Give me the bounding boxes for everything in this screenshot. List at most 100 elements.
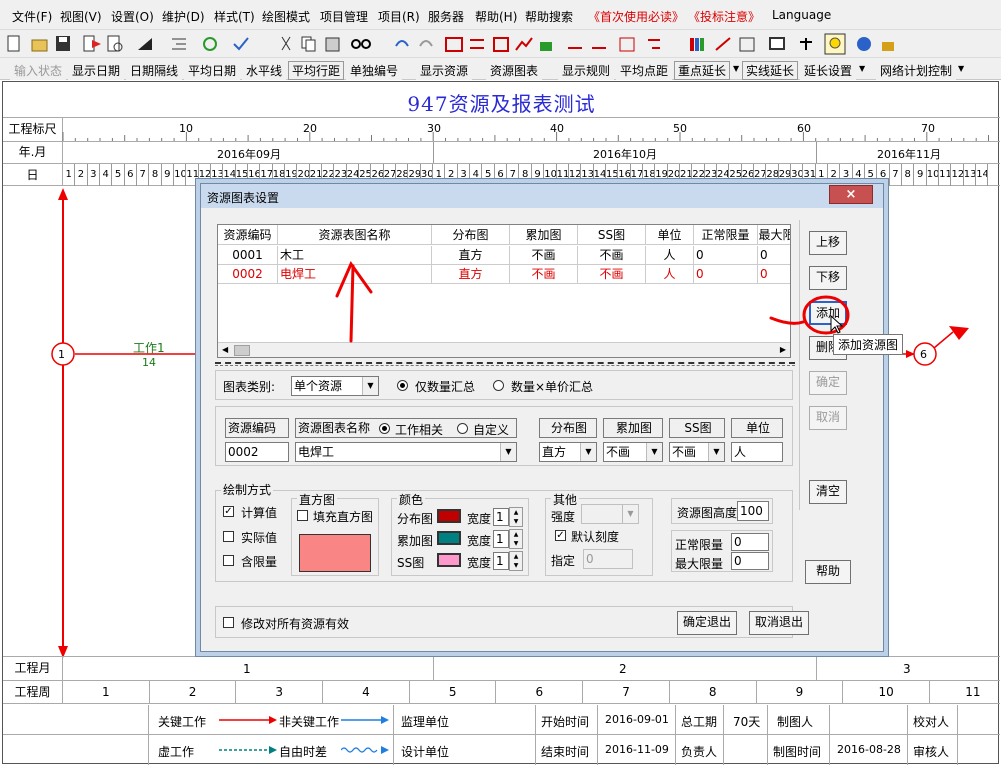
tb-network-control[interactable]: 网络计划控制 (876, 61, 957, 80)
move-up-button[interactable]: 上移 (809, 231, 847, 255)
table-cell[interactable]: 直方 (432, 265, 510, 284)
menu-maintain[interactable]: 维护(D) (162, 8, 205, 25)
tb-show-rule[interactable]: 显示规则 (558, 61, 615, 80)
tb-date-gridline[interactable]: 日期隔线 (126, 61, 183, 80)
work1-name[interactable]: 工作1 (133, 339, 165, 356)
chart-type-select[interactable]: 单个资源 ▼ (291, 376, 379, 396)
tb-horizontal-line[interactable]: 水平线 (242, 61, 287, 80)
extend-settings-dropdown-icon[interactable]: ▼ (859, 64, 865, 73)
splitter[interactable] (215, 362, 795, 366)
code-input[interactable]: 0002 (225, 442, 289, 462)
tb-solid-extend[interactable]: 实线延长 (742, 61, 799, 80)
tb-average-point[interactable]: 平均点距 (616, 61, 673, 80)
column-header[interactable]: 最大限量 (758, 225, 790, 245)
cumu-width-spinner[interactable]: ▲ ▼ (509, 529, 523, 549)
menu-bid-notes[interactable]: 《投标注意》 (688, 8, 760, 25)
table-cell[interactable]: 人 (646, 265, 694, 284)
table-cell[interactable]: 不画 (578, 265, 646, 284)
default-scale-label[interactable]: 默认刻度 (571, 528, 619, 545)
menu-server[interactable]: 服务器 (428, 8, 464, 25)
chart-height-input[interactable]: 100 (737, 501, 769, 521)
ok-exit-button[interactable]: 确定退出 (677, 611, 737, 635)
normal-limit-input[interactable]: 0 (731, 533, 769, 551)
column-header[interactable]: 累加图 (510, 225, 578, 245)
radio-work-related-label[interactable]: 工作相关 (395, 421, 443, 438)
menu-language[interactable]: Language (772, 8, 831, 22)
table-cell[interactable]: 不画 (510, 265, 578, 284)
table-cell[interactable]: 电焊工 (278, 265, 432, 284)
histogram-color-swatch[interactable] (299, 534, 371, 572)
limit-checkbox[interactable] (223, 555, 234, 566)
menu-settings[interactable]: 设置(O) (111, 8, 154, 25)
cumu-color-swatch[interactable] (437, 531, 461, 545)
max-limit-input[interactable]: 0 (731, 552, 769, 570)
calc-label[interactable]: 计算值 (241, 504, 277, 521)
menu-first-read[interactable]: 《首次使用必读》 (588, 8, 684, 25)
ss-color-swatch[interactable] (437, 553, 461, 567)
table-cell[interactable]: 人 (646, 246, 694, 265)
cancel-exit-button[interactable]: 取消退出 (749, 611, 809, 635)
tb-show-date[interactable]: 显示日期 (68, 61, 125, 80)
cumu-select[interactable]: 不画 ▼ (603, 442, 663, 462)
table-cell[interactable]: 0 (694, 246, 758, 265)
table-cell[interactable]: 不画 (578, 246, 646, 265)
radio-qty-only[interactable] (397, 380, 408, 391)
dist-width-spinner[interactable]: ▲ ▼ (509, 507, 523, 527)
radio-qty-only-label[interactable]: 仅数量汇总 (415, 378, 475, 395)
radio-work-related[interactable] (379, 423, 390, 434)
menu-help-search[interactable]: 帮助搜索 (525, 8, 573, 25)
radio-custom[interactable] (457, 423, 468, 434)
dist-color-swatch[interactable] (437, 509, 461, 523)
column-header[interactable]: 分布图 (432, 225, 510, 245)
key-extend-dropdown-icon[interactable]: ▼ (733, 64, 739, 73)
column-header[interactable]: 单位 (646, 225, 694, 245)
tb-input-mode[interactable]: 输入状态 (10, 61, 67, 80)
apply-all-label[interactable]: 修改对所有资源有效 (241, 615, 349, 632)
close-button[interactable]: × (829, 185, 873, 204)
column-header[interactable]: 正常限量 (694, 225, 758, 245)
table-cell[interactable]: 0001 (218, 246, 278, 265)
toolbar-icons[interactable] (0, 30, 1001, 58)
default-scale-checkbox[interactable]: ✓ (555, 530, 566, 541)
dialog-titlebar[interactable]: 资源图表设置 × (201, 184, 883, 208)
tb-average-date[interactable]: 平均日期 (184, 61, 241, 80)
tb-extend-settings[interactable]: 延长设置 (800, 61, 857, 80)
ss-select[interactable]: 不画 ▼ (669, 442, 725, 462)
calc-checkbox[interactable]: ✓ (223, 506, 234, 517)
table-cell[interactable]: 0 (758, 265, 790, 284)
specify-input[interactable]: 0 (583, 549, 633, 569)
tb-average-row[interactable]: 平均行距 (288, 61, 345, 80)
column-header[interactable]: 资源编码 (218, 225, 278, 245)
menu-project[interactable]: 项目(R) (378, 8, 420, 25)
scroll-thumb[interactable] (234, 345, 250, 356)
clear-button[interactable]: 清空 (809, 480, 847, 504)
actual-checkbox[interactable] (223, 531, 234, 542)
tb-resource-chart[interactable]: 资源图表 (486, 61, 543, 80)
column-header[interactable]: 资源表图名称 (278, 225, 432, 245)
menu-help[interactable]: 帮助(H) (475, 8, 517, 25)
menu-style[interactable]: 样式(T) (214, 8, 255, 25)
table-cell[interactable]: 0 (694, 265, 758, 284)
horizontal-scrollbar[interactable]: ◀ ▶ (218, 342, 790, 357)
name-select[interactable]: 电焊工 ▼ (295, 442, 517, 462)
table-cell[interactable]: 0002 (218, 265, 278, 284)
ss-width-input[interactable]: 1 (493, 552, 509, 570)
fill-histogram-label[interactable]: 填充直方图 (313, 508, 373, 525)
intensity-select[interactable]: ▼ (581, 504, 639, 524)
help-button[interactable]: 帮助 (805, 560, 851, 584)
scroll-right-icon[interactable]: ▶ (780, 345, 786, 354)
network-control-dropdown-icon[interactable]: ▼ (958, 64, 964, 73)
tb-show-resource[interactable]: 显示资源 (416, 61, 473, 80)
tb-separate-number[interactable]: 单独编号 (346, 61, 403, 80)
radio-qty-price[interactable] (493, 380, 504, 391)
fill-histogram-checkbox[interactable] (297, 510, 308, 521)
scroll-left-icon[interactable]: ◀ (222, 345, 228, 354)
move-down-button[interactable]: 下移 (809, 266, 847, 290)
table-cell[interactable]: 木工 (278, 246, 432, 265)
dist-select[interactable]: 直方 ▼ (539, 442, 597, 462)
actual-label[interactable]: 实际值 (241, 529, 277, 546)
resource-table[interactable]: 资源编码资源表图名称分布图累加图SS图单位正常限量最大限量 0001木工直方不画… (217, 224, 791, 358)
dist-width-input[interactable]: 1 (493, 508, 509, 526)
menu-project-manage[interactable]: 项目管理 (320, 8, 368, 25)
cumu-width-input[interactable]: 1 (493, 530, 509, 548)
